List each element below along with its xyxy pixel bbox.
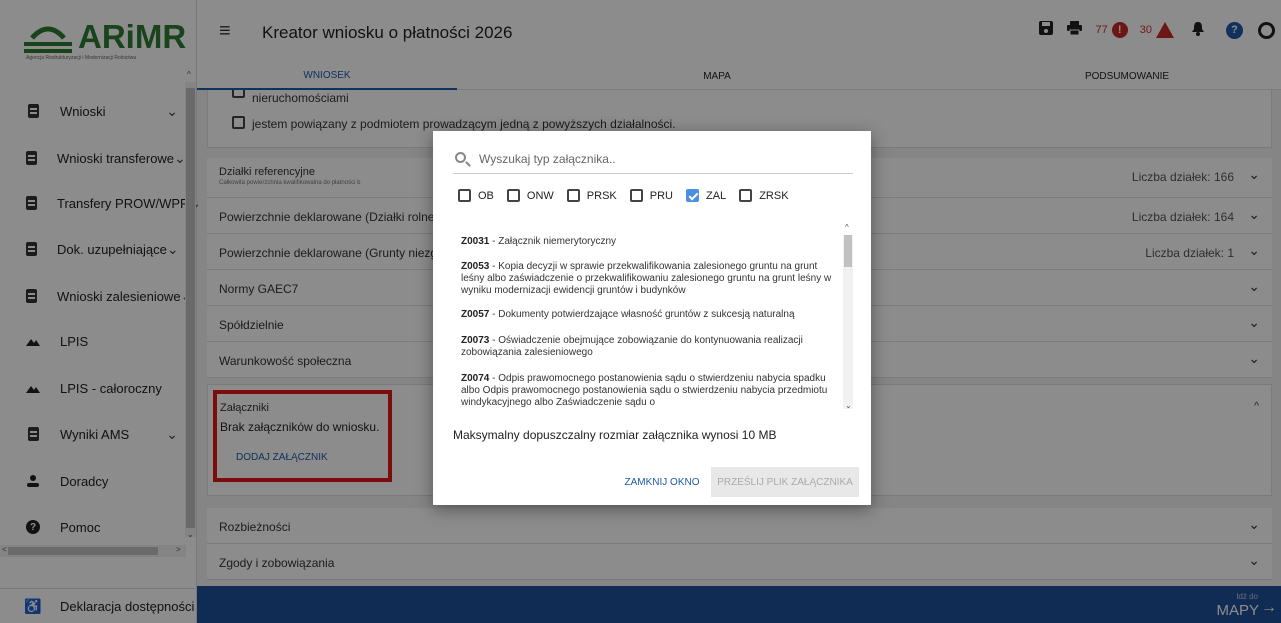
filter-label: PRU [649,189,673,202]
attachment-type-item[interactable]: Z0073 - Oświadczenie obejmujące zobowiąz… [461,335,841,359]
attachment-type-item[interactable]: Z0053 - Kopia decyzji w sprawie przekwal… [461,261,841,297]
attachment-type-dialog: OB ONW PRSK PRU ZAL ZRSK Z0031 - Załącznik ni… [433,131,871,505]
filter-checkbox[interactable] [458,189,471,202]
search-icon [455,152,466,163]
category-filters: OB ONW PRSK PRU ZAL ZRSK [458,189,802,202]
filter-pru[interactable]: PRU [629,189,673,202]
attachment-type-list: Z0031 - Załącznik niemerytoryczny Z0053 -… [461,223,857,410]
attachment-description: - Kopia decyzji w sprawie przekwalifikow… [461,261,832,296]
close-dialog-button[interactable]: ZAMKNIJ OKNO [619,468,705,496]
filter-checkbox[interactable] [686,189,699,202]
filter-label: ONW [526,189,554,202]
filter-checkbox[interactable] [629,189,643,202]
max-size-note: Maksymalny dopuszczalny rozmiar załączni… [453,428,777,442]
filter-onw[interactable]: ONW [506,189,554,202]
filter-checkbox[interactable] [566,189,580,202]
filter-label: OB [478,189,494,202]
attachment-description: - Dokumenty potwierdzające własność grun… [489,309,795,320]
attachment-type-item[interactable]: Z0031 - Załącznik niemerytoryczny [461,236,841,248]
attachment-type-item[interactable]: Z0074 - Odpis prawomocnego postanowienia… [461,373,841,409]
attachment-description: - Odpis prawomocnego postanowienia sądu … [461,373,828,408]
list-scroll-up-icon[interactable]: ^ [845,223,849,232]
attachment-code: Z0073 [461,335,490,346]
filter-label: ZAL [706,189,727,202]
search-row [453,148,853,174]
filter-checkbox[interactable] [506,189,520,202]
filter-label: PRSK [586,189,617,202]
attachment-description: - Oświadczenie obejmujące zobowiązanie d… [461,335,803,358]
attachment-code: Z0074 [461,373,490,384]
search-input[interactable] [479,149,849,169]
filter-checkbox[interactable] [739,189,753,202]
attachment-code: Z0057 [461,309,490,320]
attachment-description: - Załącznik niemerytoryczny [489,236,617,247]
attachment-code: Z0053 [461,261,490,272]
upload-attachment-button[interactable]: PRZEŚLIJ PLIK ZAŁĄCZNIKA [711,467,859,497]
filter-ob[interactable]: OB [458,189,494,202]
filter-zrsk[interactable]: ZRSK [739,189,789,202]
list-scrollbar-thumb[interactable] [844,235,852,267]
attachment-code: Z0031 [461,236,490,247]
attachment-type-item[interactable]: Z0057 - Dokumenty potwierdzające własnoś… [461,309,841,321]
filter-label: ZRSK [759,189,789,202]
filter-zal[interactable]: ZAL [686,189,726,202]
list-scroll-down-icon[interactable]: ⌄ [845,401,852,410]
filter-prsk[interactable]: PRSK [566,189,617,202]
